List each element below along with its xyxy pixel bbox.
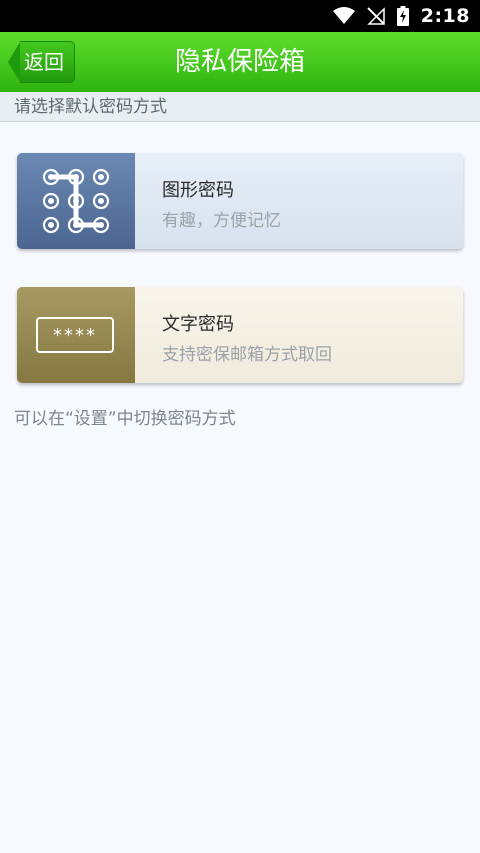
option-title: 文字密码 bbox=[162, 314, 234, 335]
option-subtitle: 有趣，方便记忆 bbox=[162, 211, 281, 231]
battery-charging-icon bbox=[396, 6, 409, 26]
option-title: 图形密码 bbox=[162, 180, 234, 201]
status-bar: 2:18 bbox=[0, 0, 480, 32]
text-option-body: 文字密码 支持密保邮箱方式取回 bbox=[135, 287, 463, 383]
pattern-password-option[interactable]: 图形密码 有趣，方便记忆 bbox=[17, 153, 463, 249]
back-button-label: 返回 bbox=[20, 41, 75, 83]
no-signal-icon bbox=[366, 7, 385, 25]
footer-hint: 可以在“设置”中切换密码方式 bbox=[14, 409, 236, 429]
password-mask: **** bbox=[36, 317, 114, 353]
back-arrow-icon bbox=[8, 42, 20, 82]
section-header: 请选择默认密码方式 bbox=[0, 92, 480, 122]
text-password-option[interactable]: **** 文字密码 支持密保邮箱方式取回 bbox=[17, 287, 463, 383]
pattern-option-body: 图形密码 有趣，方便记忆 bbox=[135, 153, 463, 249]
wifi-icon bbox=[332, 7, 355, 25]
back-button[interactable]: 返回 bbox=[8, 41, 75, 83]
option-subtitle: 支持密保邮箱方式取回 bbox=[162, 345, 332, 365]
pattern-lock-icon bbox=[17, 153, 135, 249]
password-field-icon: **** bbox=[17, 287, 135, 383]
title-bar: 返回 bbox=[0, 32, 480, 93]
clock: 2:18 bbox=[420, 5, 470, 27]
